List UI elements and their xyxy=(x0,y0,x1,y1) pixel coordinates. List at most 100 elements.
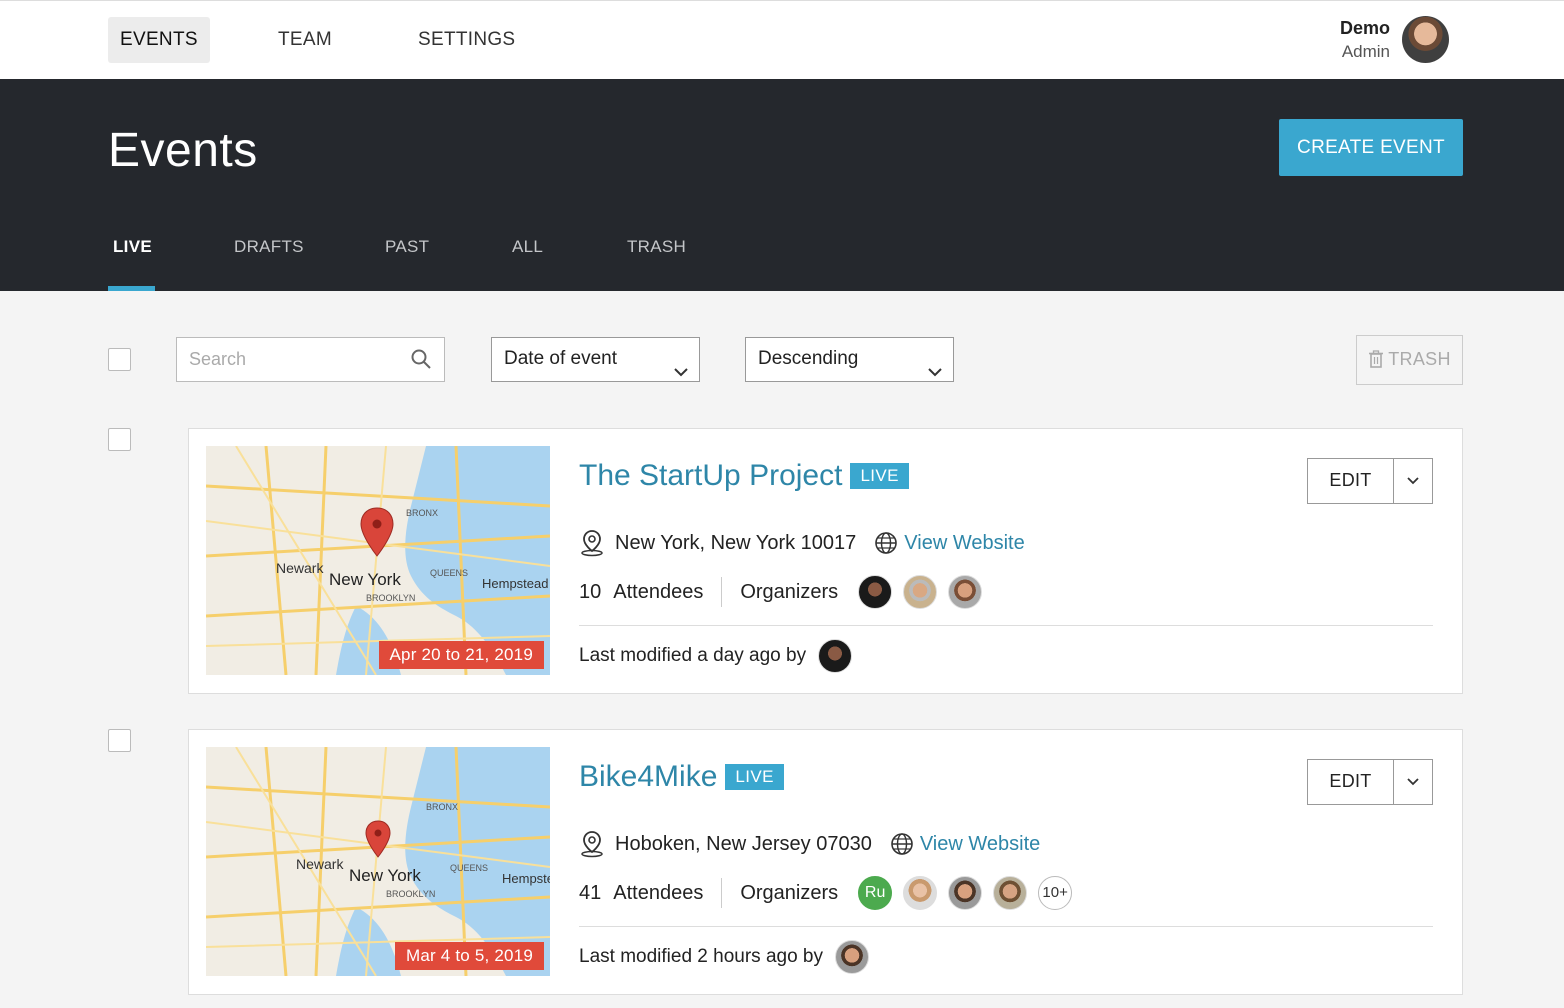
select-all-checkbox[interactable] xyxy=(108,348,131,371)
sort-field-value: Date of event xyxy=(504,348,618,369)
avatar[interactable] xyxy=(948,876,983,910)
tab-drafts[interactable]: DRAFTS xyxy=(234,237,304,257)
sort-order-value: Descending xyxy=(758,348,859,369)
avatar[interactable] xyxy=(903,876,938,910)
map-label-queens: QUEENS xyxy=(430,568,468,578)
event-location: Hoboken, New Jersey 07030 xyxy=(615,832,872,855)
organizer-avatars: Ru 10+ xyxy=(858,876,1083,910)
more-organizers-badge[interactable]: 10+ xyxy=(1038,876,1073,910)
view-website-link[interactable]: View Website xyxy=(920,833,1040,856)
last-modified-row: Last modified a day ago by xyxy=(579,639,853,673)
event-checkbox[interactable] xyxy=(108,729,131,752)
trash-label: TRASH xyxy=(1388,349,1451,369)
map-label-brooklyn: BROOKLYN xyxy=(386,889,435,899)
map-label-hempstead: Hempstead xyxy=(482,576,548,591)
chevron-down-icon xyxy=(1407,778,1419,786)
avatar[interactable] xyxy=(903,575,938,609)
avatar[interactable] xyxy=(818,639,853,673)
avatar[interactable] xyxy=(993,876,1028,910)
map-label-hempstead: Hempstead xyxy=(502,871,550,886)
event-title-text[interactable]: The StartUp Project xyxy=(579,459,842,492)
create-event-button[interactable]: CREATE EVENT xyxy=(1279,119,1463,176)
map-label-newark: Newark xyxy=(276,560,324,576)
trash-button[interactable]: TRASH xyxy=(1356,335,1463,385)
divider xyxy=(721,577,723,607)
map-label-city: New York xyxy=(329,570,401,589)
last-modified-text: Last modified a day ago by xyxy=(579,645,807,666)
event-location-row: Hoboken, New Jersey 07030 View Website xyxy=(579,830,1040,858)
tab-all[interactable]: ALL xyxy=(512,237,543,257)
active-tab-indicator xyxy=(108,286,155,291)
attendees-label[interactable]: Attendees xyxy=(613,882,703,905)
avatar[interactable] xyxy=(858,575,893,609)
page-header: Events CREATE EVENT LIVE DRAFTS PAST ALL… xyxy=(0,79,1564,291)
event-location-row: New York, New York 10017 View Website xyxy=(579,529,1025,557)
avatar[interactable] xyxy=(948,575,983,609)
event-location: New York, New York 10017 xyxy=(615,531,857,554)
sort-order-select[interactable]: Descending xyxy=(745,337,954,382)
top-nav: EVENTS TEAM SETTINGS Demo Admin xyxy=(0,0,1564,79)
trash-icon xyxy=(1369,350,1384,368)
event-map[interactable]: Newark New York BRONX QUEENS BROOKLYN He… xyxy=(206,747,550,976)
nav-events[interactable]: EVENTS xyxy=(108,17,210,63)
event-date-badge: Mar 4 to 5, 2019 xyxy=(395,942,544,970)
edit-button-group: EDIT xyxy=(1307,458,1433,504)
divider xyxy=(721,878,723,908)
map-label-bronx: BRONX xyxy=(406,508,438,518)
event-checkbox[interactable] xyxy=(108,428,131,451)
globe-icon xyxy=(875,532,898,554)
divider xyxy=(579,625,1433,626)
organizers-label: Organizers xyxy=(740,580,839,603)
nav-settings[interactable]: SETTINGS xyxy=(406,17,527,63)
last-modified-row: Last modified 2 hours ago by xyxy=(579,940,869,974)
event-title[interactable]: The StartUp Project LIVE xyxy=(579,459,909,493)
attendees-label[interactable]: Attendees xyxy=(613,581,703,604)
user-name[interactable]: Demo xyxy=(1340,18,1390,39)
event-attendees-row: 10 Attendees Organizers xyxy=(579,574,993,610)
map-label-newark: Newark xyxy=(296,856,344,872)
edit-menu-button[interactable] xyxy=(1394,760,1432,804)
event-date-badge: Apr 20 to 21, 2019 xyxy=(378,641,544,669)
attendee-count: 10 xyxy=(579,580,602,603)
edit-menu-button[interactable] xyxy=(1394,459,1432,503)
last-modified-text: Last modified 2 hours ago by xyxy=(579,946,823,967)
user-avatar[interactable] xyxy=(1402,16,1449,63)
view-website-link[interactable]: View Website xyxy=(904,532,1024,555)
divider xyxy=(579,926,1433,927)
map-label-queens: QUEENS xyxy=(450,863,488,873)
chevron-down-icon xyxy=(673,352,689,394)
status-badge: LIVE xyxy=(725,764,784,790)
event-attendees-row: 41 Attendees Organizers Ru 10+ xyxy=(579,875,1083,911)
map-label-brooklyn: BROOKLYN xyxy=(366,593,415,603)
event-card: Newark New York BRONX QUEENS BROOKLYN He… xyxy=(188,428,1463,694)
event-title-text[interactable]: Bike4Mike xyxy=(579,760,717,793)
edit-button-group: EDIT xyxy=(1307,759,1433,805)
user-role: Admin xyxy=(1341,42,1390,61)
search-box xyxy=(176,337,445,382)
sort-field-select[interactable]: Date of event xyxy=(491,337,700,382)
organizer-avatars xyxy=(858,575,993,609)
tab-live[interactable]: LIVE xyxy=(113,237,152,257)
organizers-label: Organizers xyxy=(740,881,839,904)
status-badge: LIVE xyxy=(850,463,909,489)
avatar[interactable] xyxy=(835,940,869,974)
chevron-down-icon xyxy=(927,352,943,394)
search-input[interactable] xyxy=(177,338,397,380)
chevron-down-icon xyxy=(1407,477,1419,485)
search-icon[interactable] xyxy=(410,348,432,375)
event-card: Newark New York BRONX QUEENS BROOKLYN He… xyxy=(188,729,1463,995)
location-pin-icon xyxy=(581,831,603,858)
map-label-bronx: BRONX xyxy=(426,802,458,812)
attendee-count: 41 xyxy=(579,881,602,904)
avatar-initials[interactable]: Ru xyxy=(858,876,893,910)
tab-trash[interactable]: TRASH xyxy=(627,237,686,257)
page-title: Events xyxy=(108,124,258,177)
edit-button[interactable]: EDIT xyxy=(1308,760,1394,804)
globe-icon xyxy=(891,833,913,855)
event-title[interactable]: Bike4Mike LIVE xyxy=(579,760,784,794)
nav-team[interactable]: TEAM xyxy=(266,17,344,63)
event-map[interactable]: Newark New York BRONX QUEENS BROOKLYN He… xyxy=(206,446,550,675)
edit-button[interactable]: EDIT xyxy=(1308,459,1394,503)
tab-past[interactable]: PAST xyxy=(385,237,429,257)
location-pin-icon xyxy=(581,530,603,557)
